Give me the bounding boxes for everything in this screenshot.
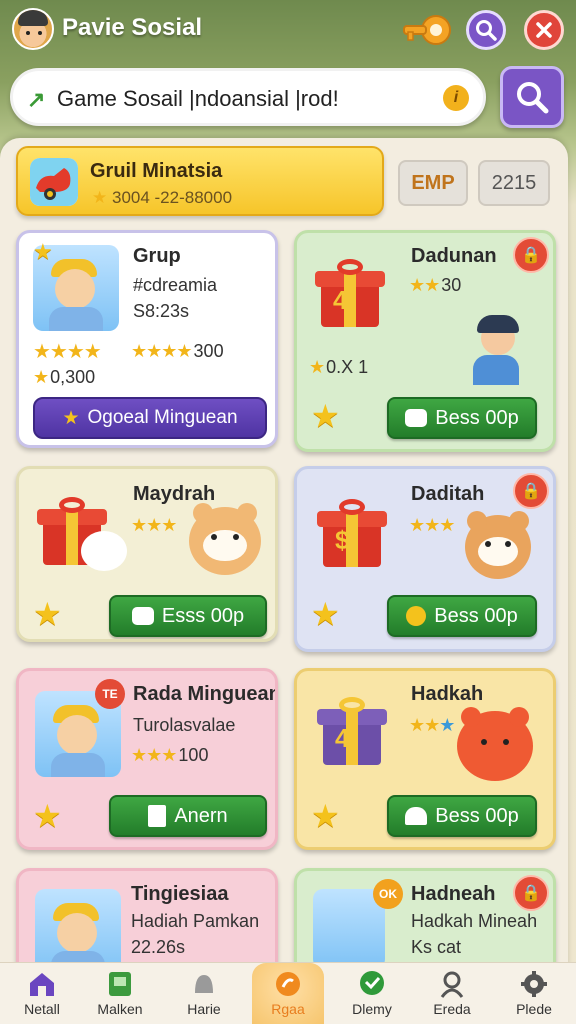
card-rada-minguean[interactable]: TE Rada Minguean Turolasvalae ★★★ 100 ★ A… [16,668,278,850]
search-profile-button[interactable] [466,10,506,50]
star-icon: ★ [33,798,62,834]
badge-tag: TE [95,679,125,709]
hamster-icon [465,511,531,579]
card-maydrah[interactable]: Maydrah ★★★ ★ Esss 00p [16,466,278,642]
rating-stars: ★★★★ 300 [131,341,224,361]
user-icon [440,971,464,998]
avatar[interactable] [12,8,54,50]
join-button[interactable]: ★ Ogoeal Minguean [33,397,267,439]
nav-item-dlemy[interactable]: Dlemy [336,963,408,1024]
leaf-icon: ↗ [27,87,46,112]
score: ★ 0,300 [33,367,96,387]
nav-item-malken[interactable]: Malken [84,963,156,1024]
star-icon: ★ [311,596,340,632]
card-dadunan[interactable]: 🔒 4 Dadunan ★★ 30 ★ 0.X 1 ★ Bess 00p [294,230,556,452]
star-icon: ★ [33,596,62,632]
claim-button[interactable]: Bess 00p [387,795,537,837]
emp-pill[interactable]: EMP [398,160,468,206]
search-icon [517,82,549,114]
claim-button[interactable]: Bess 00p [387,595,537,637]
nav-item-rgaa[interactable]: Rgaa [252,963,324,1024]
cap-icon [405,807,428,825]
card-line: 22.26s [131,937,186,957]
nav-item-harie[interactable]: Harie [168,963,240,1024]
shoe-icon [30,158,78,206]
search-button[interactable] [500,66,564,128]
nav-item-netall[interactable]: Netall [6,963,78,1024]
rating-stars: ★★★ 100 [131,745,209,765]
map-icon [109,972,131,996]
hamster-icon [81,531,127,571]
coin-icon [406,606,427,626]
card-title: Rada Minguean [133,683,278,705]
banner-title: Gruil Minatsia [90,160,223,182]
bag-icon [405,409,428,427]
claim-button[interactable]: Bess 00p [387,397,537,439]
card-daditah[interactable]: 🔒 $ Daditah ★★★ ★ Bess 00p [294,466,556,652]
card-line: S8:23s [133,301,190,321]
heart-chat-icon [360,971,384,995]
card-title: Tingiesiaa [131,883,229,905]
score: ★ 0.X 1 [309,357,369,377]
hamster-icon [189,503,261,575]
search-icon [476,20,497,41]
key-icon[interactable] [402,12,452,48]
open-button[interactable]: Anern [109,795,267,837]
lock-icon: 🔒 [513,237,549,273]
document-icon [148,805,167,827]
close-button[interactable] [524,10,564,50]
close-icon [536,22,552,38]
gift-icon: 4 [317,697,387,767]
count-pill[interactable]: 2215 [478,160,550,206]
group-banner[interactable]: Gruil Minatsia ★ 3004 -22-88000 [16,146,384,216]
bag-icon [131,607,154,625]
top-bar: Pavie Sosial [0,0,576,60]
lock-icon: 🔒 [513,473,549,509]
search-bar[interactable]: ↗ Game Sosail |ndoansial |rod! i [10,68,486,126]
card-title: Dadunan [411,245,497,267]
rating-stars: ★★★ [409,715,455,735]
card-line: Turolasvalae [133,715,236,735]
star-icon: ★ [311,798,340,834]
card-title: Hadkah [411,683,484,705]
nav-item-plede[interactable]: Plede [498,963,570,1024]
card-line: Ks cat [411,937,462,957]
character-boy [465,311,531,391]
app-title: Pavie Sosial [62,14,203,41]
search-input[interactable]: Game Sosail |ndoansial |rod! [57,86,339,112]
ok-badge: OK [373,879,403,909]
star-icon: ★ [62,407,80,429]
rating-stars: ★★★ [131,515,177,535]
claim-button[interactable]: Esss 00p [109,595,267,637]
main-panel: Gruil Minatsia ★ 3004 -22-88000 EMP 2215… [0,138,568,1024]
star-icon: ★ [311,398,340,434]
star-icon: ★ [33,239,53,264]
bottom-nav: Netall Malken Harie Rgaa Dlemy Ereda Ple… [0,962,576,1024]
card-hadkah[interactable]: 4 Hadkah ★★★ ★ Bess 00p [294,668,556,850]
banner-subtitle: ★ 3004 -22-88000 [92,188,233,207]
rating-stars: ★★★ [409,515,455,535]
card-line: Hadkah Mineah [411,911,538,931]
gift-icon: $ [317,499,387,569]
card-title: Daditah [411,483,485,505]
rating-stars: ★★ 30 [409,275,462,295]
gear-icon [521,971,547,997]
rating-stars: ★★★★ [33,341,102,363]
card-grup[interactable]: ★ Grup #cdreamia S8:23s ★★★★ ★★★★ 300 ★ 0,… [16,230,278,448]
bell-icon [195,975,213,993]
card-title: Grup [133,245,181,267]
card-line: Hadiah Pamkan [131,911,260,931]
lock-icon: 🔒 [513,875,549,911]
card-line: #cdreamia [133,275,218,295]
star-icon: ★ [92,188,108,207]
nav-item-ereda[interactable]: Ereda [416,963,488,1024]
info-icon[interactable]: i [443,85,469,111]
gift-icon [276,972,300,996]
bear-icon [457,707,533,781]
card-title: Hadneah [411,883,496,905]
gift-icon: 4 [315,259,385,329]
home-icon [30,973,54,996]
